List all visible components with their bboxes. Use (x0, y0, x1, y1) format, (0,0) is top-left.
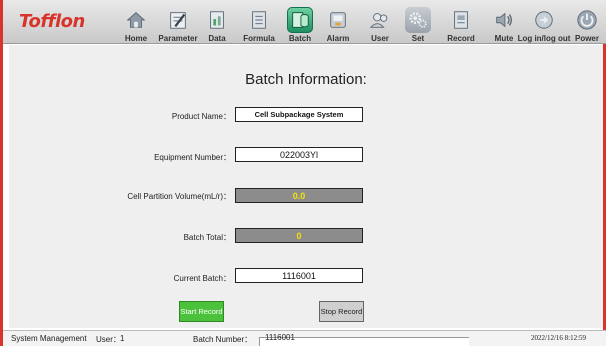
toolbar-label: Set (411, 34, 425, 43)
batch-icon (287, 7, 313, 33)
toolbar-set-button[interactable]: Set (401, 2, 435, 44)
system-management-text: System Management (11, 334, 87, 343)
toolbar-data-button[interactable]: Data (203, 2, 231, 44)
toolbar-label: Home (124, 34, 148, 43)
cell-partition-volume-field: 0.0 (235, 188, 363, 203)
parameter-icon (165, 7, 191, 33)
current-batch-label: Current Batch： (173, 274, 231, 283)
toolbar-user-button[interactable]: User (365, 2, 395, 44)
cell-partition-volume-label: Cell Partition Volume(mL/r)： (127, 192, 231, 201)
batch-total-field: 0 (235, 228, 363, 243)
current-batch-field[interactable]: 1116001 (235, 268, 363, 283)
equipment-number-field[interactable]: 022003Yl (235, 147, 363, 162)
status-bar: System Management User： 1 Batch Number： … (3, 330, 606, 346)
data-icon (204, 7, 230, 33)
batch-number-value: 1116001 (265, 333, 295, 342)
toolbar-label: Batch (288, 34, 312, 43)
toolbar-mute-button[interactable]: Mute (491, 2, 517, 44)
toolbar-record-button[interactable]: Record (445, 2, 477, 44)
page-title: Batch Information: (245, 71, 367, 88)
datetime-display: 2022/12/16 8:12:59 (531, 334, 587, 342)
start-record-button[interactable]: Start Record (179, 301, 224, 322)
product-name-label: Product Name： (171, 112, 231, 121)
user-label: User： (96, 335, 121, 344)
record-icon (448, 7, 474, 33)
toolbar-formula-button[interactable]: Formula (239, 2, 279, 44)
toolbar-label: User (371, 34, 389, 43)
user-icon (367, 7, 393, 33)
toolbar-label: Alarm (326, 34, 350, 43)
app-window: Tofflon Home Parameter Data Formula Batc… (0, 0, 606, 346)
batch-total-label: Batch Total： (183, 233, 231, 242)
toolbar-label: Data (208, 34, 226, 43)
login-icon (531, 7, 557, 33)
speaker-icon (491, 7, 517, 33)
toolbar-batch-button[interactable]: Batch (285, 2, 315, 44)
power-icon (574, 7, 600, 33)
batch-information-panel: Batch Information: Product Name： Cell Su… (9, 45, 603, 328)
brand-logo: Tofflon (19, 11, 85, 32)
product-name-field[interactable]: Cell Subpackage System (235, 107, 363, 122)
batch-number-label: Batch Number： (193, 335, 253, 344)
stop-record-button[interactable]: Stop Record (319, 301, 364, 322)
top-toolbar: Tofflon Home Parameter Data Formula Batc… (3, 0, 606, 44)
toolbar-home-button[interactable]: Home (121, 2, 151, 44)
toolbar-parameter-button[interactable]: Parameter (157, 2, 199, 44)
home-icon (123, 7, 149, 33)
user-value: 1 (120, 334, 125, 343)
toolbar-label: Log in/log out (517, 34, 571, 43)
toolbar-power-button[interactable]: Power (573, 2, 601, 44)
toolbar-label: Record (447, 34, 475, 43)
toolbar-login-button[interactable]: Log in/log out (517, 2, 571, 44)
toolbar-label: Parameter (158, 34, 198, 43)
equipment-number-label: Equipment Number： (154, 153, 231, 162)
formula-icon (246, 7, 272, 33)
toolbar-alarm-button[interactable]: Alarm (323, 2, 353, 44)
alarm-icon (325, 7, 351, 33)
toolbar-label: Formula (243, 34, 275, 43)
toolbar-label: Mute (494, 34, 514, 43)
gear-icon (405, 7, 431, 33)
toolbar-label: Power (574, 34, 599, 43)
